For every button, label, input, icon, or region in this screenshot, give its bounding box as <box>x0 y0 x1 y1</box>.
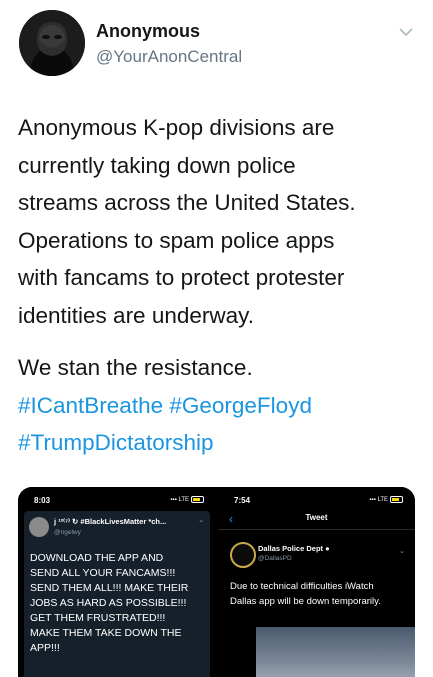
embedded-tweet-text: DOWNLOAD THE APP AND SEND ALL YOUR FANCA… <box>30 551 212 656</box>
tweet-text-line: with fancams to protect protester <box>18 265 345 291</box>
embedded-photo <box>256 627 415 677</box>
avatar[interactable] <box>19 10 85 76</box>
embedded-text-line: SEND THEM ALL!!! MAKE THEIR <box>30 582 189 594</box>
police-badge-avatar <box>230 542 256 568</box>
battery-icon <box>390 496 403 503</box>
account-name: Dallas Police Dept <box>258 544 324 553</box>
tweet-text-line: identities are underway. <box>18 302 254 328</box>
tweet-text: Anonymous K-pop divisions are currently … <box>18 109 423 335</box>
embedded-author-name: j ¹²⁽⁷⁾ ↻ #BlackLivesMatter *ch... <box>54 517 167 526</box>
embedded-author-name: Dallas Police Dept ● <box>258 544 330 553</box>
network-label: LTE <box>178 497 189 504</box>
tweet-text-line: Operations to spam police apps <box>18 227 335 253</box>
embedded-author-handle: @DallasPD <box>258 555 292 562</box>
verified-badge-icon: ● <box>325 544 330 553</box>
embedded-text-line: DOWNLOAD THE APP AND <box>30 552 164 564</box>
tweet-header: Anonymous @YourAnonCentral <box>0 0 433 100</box>
media-image-left[interactable]: 8:03 ▪▪▪ LTE j ¹²⁽⁷⁾ ↻ #BlackLivesMatter… <box>18 487 216 677</box>
signal-indicator: ▪▪▪ LTE <box>369 496 403 503</box>
hashtag-link[interactable]: #ICantBreathe <box>18 393 163 418</box>
embedded-text-line: APP!!! <box>30 642 60 654</box>
embedded-text-line: SEND ALL YOUR FANCAMS!!! <box>30 567 176 579</box>
author-name[interactable]: Anonymous <box>96 21 200 42</box>
embedded-tweet-text: Due to technical difficulties iWatch Dal… <box>230 579 410 609</box>
embedded-text-line: Dallas app will be down temporarily. <box>230 596 381 607</box>
status-time: 8:03 <box>34 496 51 505</box>
signal-indicator: ▪▪▪ LTE <box>170 496 204 503</box>
author-handle[interactable]: @YourAnonCentral <box>96 47 242 67</box>
tweet-text-line: streams across the United States. <box>18 190 356 216</box>
tweet-text-line: Anonymous K-pop divisions are <box>18 115 335 140</box>
status-time: 7:54 <box>234 496 251 505</box>
media-image-right[interactable]: 7:54 ▪▪▪ LTE ‹ Tweet Dallas Police Dept … <box>218 487 415 677</box>
chevron-down-icon: ⌄ <box>399 548 405 555</box>
embedded-text-line: Due to technical difficulties iWatch <box>230 581 374 592</box>
hashtag-link[interactable]: #TrumpDictatorship <box>18 430 213 455</box>
network-label: LTE <box>377 497 388 504</box>
embedded-nav-title: Tweet <box>305 513 328 522</box>
chevron-down-icon: ⌄ <box>198 517 204 524</box>
status-bar: 8:03 ▪▪▪ LTE <box>18 487 216 507</box>
embedded-text-line: GET THEM FRUSTRATED!!! <box>30 612 166 624</box>
embedded-text-line: MAKE THEM TAKE DOWN THE <box>30 627 182 639</box>
tweet-text-line: currently taking down police <box>18 152 296 178</box>
chevron-down-icon[interactable] <box>398 27 414 37</box>
embedded-text-line: JOBS AS HARD AS POSSIBLE!!! <box>30 597 187 609</box>
tweet-text-line: We stan the resistance. <box>18 355 253 380</box>
hashtag-link[interactable]: #GeorgeFloyd <box>169 393 312 418</box>
embedded-author-handle: @ngelwy <box>54 529 81 536</box>
tweet-text-continued: We stan the resistance. #ICantBreathe #G… <box>18 349 423 462</box>
avatar <box>29 517 49 537</box>
anonymous-mask-icon <box>19 10 85 76</box>
tweet-media[interactable]: 8:03 ▪▪▪ LTE j ¹²⁽⁷⁾ ↻ #BlackLivesMatter… <box>18 487 415 677</box>
status-bar: 7:54 ▪▪▪ LTE <box>218 487 415 507</box>
embedded-nav-bar: ‹ Tweet <box>218 507 415 530</box>
battery-icon <box>191 496 204 503</box>
embedded-tweet-card: j ¹²⁽⁷⁾ ↻ #BlackLivesMatter *ch... @ngel… <box>24 511 210 677</box>
